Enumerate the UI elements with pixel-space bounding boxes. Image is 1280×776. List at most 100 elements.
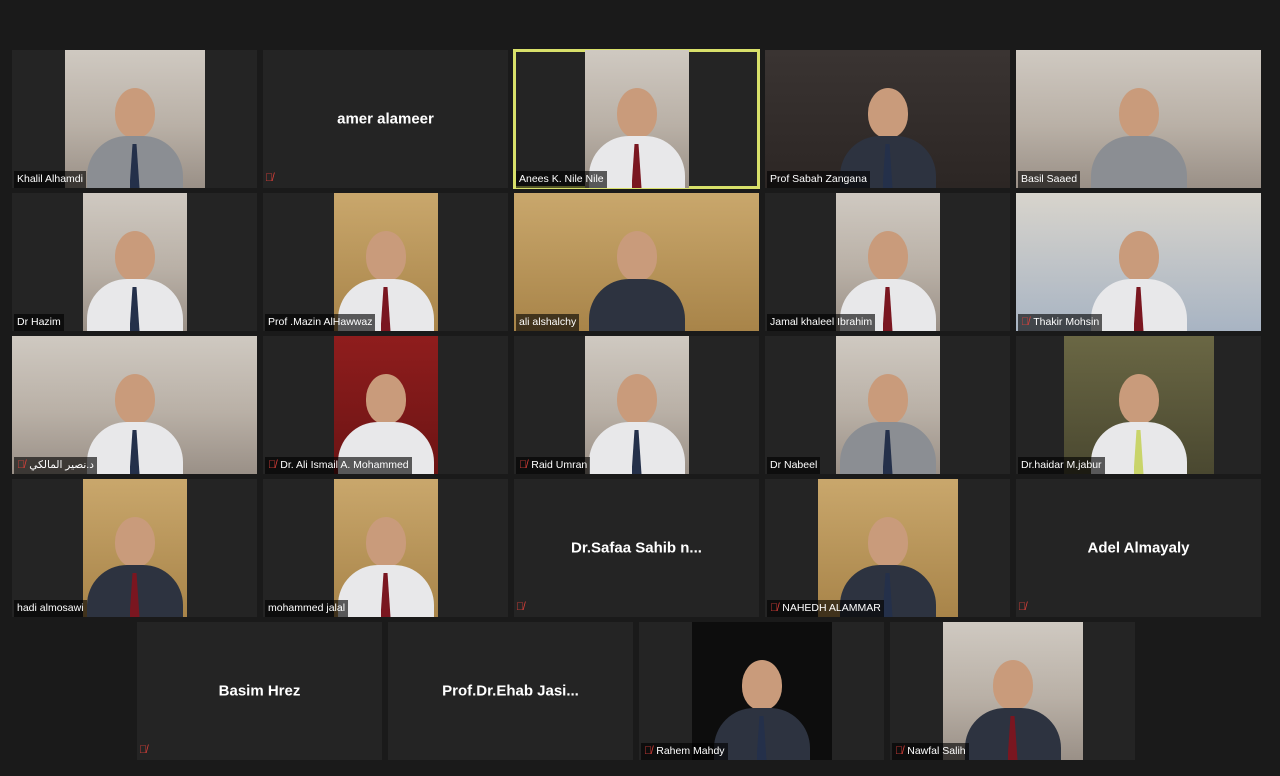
video-feed xyxy=(691,622,832,760)
participant-label: Dr.haidar M.jabur xyxy=(1018,457,1105,474)
participant-name: hadi almosawi xyxy=(17,602,84,614)
mic-off-icon: 🎙̸ xyxy=(1021,316,1030,328)
participant-label: mohammed jalal xyxy=(265,600,349,617)
participant-label: 🎙̸ Rahem Mahdy xyxy=(641,743,728,760)
mic-off-icon: 🎙̸ xyxy=(516,601,525,613)
participant-name-placeholder: Adel Almayaly xyxy=(1087,539,1190,557)
participant-label: Dr Hazim xyxy=(14,314,64,331)
participant-name-placeholder: Basim Hrez xyxy=(218,682,301,700)
participant-tile[interactable]: mohammed jalal xyxy=(263,479,508,617)
participant-tile[interactable]: Dr Nabeel xyxy=(765,336,1010,474)
participant-name: Raid Umran xyxy=(531,459,588,471)
video-feed xyxy=(765,50,1010,188)
participant-label: Prof .Mazin AlHawwaz xyxy=(265,314,376,331)
gallery-row: hadi almosawi mohammed jalal Dr.Safaa Sa… xyxy=(12,479,1261,617)
participant-label: ali alshalchy xyxy=(516,314,580,331)
participant-tile[interactable]: 🎙̸ Rahem Mahdy xyxy=(639,622,884,760)
participant-tile[interactable]: amer alameer 🎙̸ xyxy=(263,50,508,188)
video-feed xyxy=(333,193,438,331)
participant-name: Dr Hazim xyxy=(17,316,61,328)
video-feed xyxy=(1016,50,1261,188)
mic-off-icon: 🎙̸ xyxy=(265,172,274,184)
participant-label: Khalil Alhamdi xyxy=(14,171,86,188)
participant-tile[interactable]: Dr.haidar M.jabur xyxy=(1016,336,1261,474)
participant-tile[interactable]: Khalil Alhamdi xyxy=(12,50,257,188)
participant-tile[interactable]: 🎙̸ د.نصير المالكي xyxy=(12,336,257,474)
participant-label: 🎙̸ Thakir Mohsin xyxy=(1018,314,1103,331)
participant-name: Rahem Mahdy xyxy=(656,745,725,757)
participant-tile[interactable]: ali alshalchy xyxy=(514,193,759,331)
participant-label: Anees K. Nile Nile xyxy=(516,171,607,188)
participant-label: hadi almosawi xyxy=(14,600,87,617)
participant-name: Khalil Alhamdi xyxy=(17,173,83,185)
participant-tile[interactable]: Prof Sabah Zangana xyxy=(765,50,1010,188)
participant-label: 🎙̸ Nawfal Salih xyxy=(892,743,969,760)
participant-name: Prof Sabah Zangana xyxy=(770,173,867,185)
participant-tile[interactable]: 🎙̸ NAHEDH ALAMMAR xyxy=(765,479,1010,617)
video-feed xyxy=(817,479,958,617)
participant-tile[interactable]: Dr.Safaa Sahib n... 🎙̸ xyxy=(514,479,759,617)
participant-label: 🎙̸ Dr. Ali Ismail A. Mohammed xyxy=(265,457,412,474)
participant-name: Prof .Mazin AlHawwaz xyxy=(268,316,373,328)
participant-tile[interactable]: Adel Almayaly 🎙̸ xyxy=(1016,479,1261,617)
participant-name: NAHEDH ALAMMAR xyxy=(782,602,881,614)
mic-off-icon: 🎙̸ xyxy=(770,602,779,614)
participant-name-placeholder: Dr.Safaa Sahib n... xyxy=(571,539,702,557)
participant-label: Prof Sabah Zangana xyxy=(767,171,870,188)
mic-off-icon: 🎙̸ xyxy=(519,459,528,471)
mic-off-icon: 🎙̸ xyxy=(895,745,904,757)
participant-tile[interactable]: 🎙̸ Nawfal Salih xyxy=(890,622,1135,760)
participant-label: 🎙̸ د.نصير المالكي xyxy=(14,457,97,474)
participant-name-placeholder: Prof.Dr.Ehab Jasi... xyxy=(442,682,579,700)
gallery-row: Basim Hrez 🎙̸ Prof.Dr.Ehab Jasi... 🎙̸ Rah… xyxy=(12,622,1261,760)
video-feed xyxy=(942,622,1083,760)
participant-name: Dr Nabeel xyxy=(770,459,818,471)
participant-name: Basil Saaed xyxy=(1021,173,1078,185)
video-feed xyxy=(584,336,689,474)
participant-tile[interactable]: Basil Saaed xyxy=(1016,50,1261,188)
gallery-row: 🎙̸ د.نصير المالكي 🎙̸ Dr. Ali Ismail A. Moh… xyxy=(12,336,1261,474)
gallery-row: Khalil Alhamdi amer alameer 🎙̸ Anees K. … xyxy=(12,49,1261,189)
video-feed xyxy=(1016,193,1261,331)
video-feed xyxy=(1063,336,1214,474)
video-feed xyxy=(835,336,940,474)
mic-off-icon: 🎙̸ xyxy=(139,744,148,756)
participant-tile[interactable]: Prof.Dr.Ehab Jasi... xyxy=(388,622,633,760)
mic-off-icon: 🎙̸ xyxy=(1018,601,1027,613)
participant-name: د.نصير المالكي xyxy=(29,459,94,471)
video-feed xyxy=(12,336,257,474)
participant-tile[interactable]: Basim Hrez 🎙̸ xyxy=(137,622,382,760)
participant-label: Jamal khaleel Ibrahim xyxy=(767,314,876,331)
mic-off-icon: 🎙̸ xyxy=(268,459,277,471)
participant-label: 🎙̸ Raid Umran xyxy=(516,457,591,474)
participant-name-placeholder: amer alameer xyxy=(337,110,434,128)
gallery-grid: Khalil Alhamdi amer alameer 🎙̸ Anees K. … xyxy=(12,49,1261,765)
participant-tile[interactable]: 🎙̸ Raid Umran xyxy=(514,336,759,474)
video-feed xyxy=(82,193,187,331)
participant-name: Jamal khaleel Ibrahim xyxy=(770,316,873,328)
video-feed xyxy=(584,50,689,188)
gallery-row: Dr Hazim Prof .Mazin AlHawwaz ali alshal… xyxy=(12,193,1261,331)
video-feed xyxy=(64,50,205,188)
participant-tile[interactable]: Prof .Mazin AlHawwaz xyxy=(263,193,508,331)
video-feed xyxy=(333,479,438,617)
video-feed xyxy=(514,193,759,331)
participant-tile[interactable]: 🎙̸ Thakir Mohsin xyxy=(1016,193,1261,331)
participant-name: Nawfal Salih xyxy=(907,745,966,757)
participant-label: Basil Saaed xyxy=(1018,171,1081,188)
mic-off-icon: 🎙̸ xyxy=(17,459,26,471)
participant-tile[interactable]: hadi almosawi xyxy=(12,479,257,617)
participant-name: Thakir Mohsin xyxy=(1033,316,1100,328)
participant-name: Anees K. Nile Nile xyxy=(519,173,604,185)
participant-name: ali alshalchy xyxy=(519,316,577,328)
participant-name: mohammed jalal xyxy=(268,602,346,614)
participant-tile[interactable]: Dr Hazim xyxy=(12,193,257,331)
participant-tile-active-speaker[interactable]: Anees K. Nile Nile xyxy=(513,49,760,189)
mic-off-icon: 🎙̸ xyxy=(644,745,653,757)
participant-label: Dr Nabeel xyxy=(767,457,821,474)
participant-name: Dr.haidar M.jabur xyxy=(1021,459,1102,471)
video-feed xyxy=(835,193,940,331)
participant-tile[interactable]: Jamal khaleel Ibrahim xyxy=(765,193,1010,331)
participant-tile[interactable]: 🎙̸ Dr. Ali Ismail A. Mohammed xyxy=(263,336,508,474)
participant-name: Dr. Ali Ismail A. Mohammed xyxy=(280,459,409,471)
